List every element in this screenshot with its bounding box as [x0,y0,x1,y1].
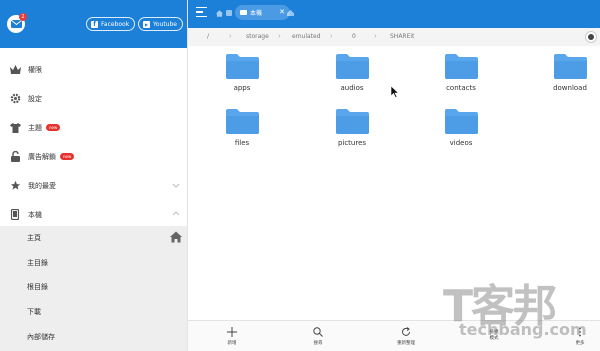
new-button[interactable]: 新增 [212,327,252,346]
sidebar-item-permissions[interactable]: 權限 [0,55,187,84]
folder-icon [335,54,369,79]
sidebar-item-label: 主題 [28,123,42,132]
sidebar-item-local[interactable]: 本機 [0,200,187,229]
folder-item[interactable]: contacts [431,53,491,92]
folder-name: videos [449,139,473,147]
tab-label: 本機 [250,10,263,17]
phone-icon [9,209,21,221]
chevron-down-icon[interactable] [172,181,180,189]
chevron-right-icon: › [278,32,281,40]
folder-icon [444,54,478,79]
folder-icon [553,54,587,79]
breadcrumb-item[interactable]: emulated [292,33,321,40]
folder-name: apps [233,84,251,92]
crown-icon [9,64,21,76]
folder-icon [225,54,259,79]
chevron-right-icon: › [330,32,333,40]
shirt-icon [9,122,21,134]
facebook-icon: f [91,20,98,28]
watermark-logo: T客邦 techbang.com [443,270,593,348]
search-icon [313,327,323,337]
sidebar-item-label: 設定 [28,94,42,103]
new-label: 新增 [227,341,237,346]
chevron-right-icon: › [374,32,377,40]
sidebar-item-ad-unlock[interactable]: 廣告解鎖 new [0,142,187,171]
sidebar-item-themes[interactable]: 主題 new [0,113,187,142]
sub-item-label: 主目錄 [27,258,48,267]
refresh-label: 重新整理 [397,341,415,346]
facebook-button[interactable]: f Facebook [86,17,136,31]
breadcrumb: / › storage › emulated › 0 › SHAREit [188,28,600,46]
mouse-cursor-icon [391,86,399,98]
sub-item-home[interactable]: 主頁 [0,226,187,251]
new-badge: new [46,124,61,131]
sidebar-item-label: 權限 [28,65,42,74]
refresh-icon [402,327,410,336]
chevron-up-icon[interactable] [172,210,180,218]
folder-item[interactable]: pictures [322,108,382,147]
local-submenu: 主頁 主目錄 根目錄 下載 內部儲存 [0,226,187,351]
new-badge: new [60,153,75,160]
storage-analyzer-icon[interactable] [585,31,597,43]
folder-tab-icon [240,10,247,15]
youtube-icon: ▶ [143,20,150,28]
search-button[interactable]: 搜尋 [298,327,338,346]
sub-item-label: 根目錄 [27,283,48,292]
breadcrumb-item[interactable]: SHAREit [390,33,414,40]
tab-overflow-icon[interactable] [287,9,294,16]
folder-name: contacts [446,84,476,92]
close-icon[interactable]: ✕ [279,8,285,16]
sub-item-label: 下載 [27,308,41,317]
folder-icon [444,109,478,134]
folder-item[interactable]: files [212,108,272,147]
folder-item[interactable]: audios [322,53,382,92]
top-bar: 本機 ✕ [188,0,600,28]
mail-badge: 2 [19,13,27,21]
folder-item[interactable]: download [540,53,600,92]
sub-item-internal-storage[interactable]: 內部儲存 [0,324,187,349]
sidebar-item-favorites[interactable]: 我的最愛 [0,171,187,200]
sidebar-header: 2 f Facebook ▶ Youtube [0,0,187,48]
lock-icon [9,151,21,163]
folder-item[interactable]: videos [431,108,491,147]
sidebar-item-label: 我的最愛 [28,181,56,190]
gear-icon [9,93,21,105]
refresh-button[interactable]: 重新整理 [386,327,426,346]
sub-item-root-dir[interactable]: 根目錄 [0,275,187,300]
breadcrumb-item[interactable]: / [207,33,209,40]
sub-item-main-dir[interactable]: 主目錄 [0,251,187,276]
star-icon [9,180,21,192]
chevron-right-icon: › [229,32,232,40]
plus-icon [227,327,237,337]
sidebar-menu: 權限 設定 主題 new 廣告解鎖 new 我的最愛 本機 [0,55,187,229]
youtube-button[interactable]: ▶ Youtube [138,17,183,31]
sidebar: 2 f Facebook ▶ Youtube 權限 設定 主題 new 廣告解鎖… [0,0,188,351]
menu-icon[interactable] [196,7,208,19]
tab-local[interactable]: 本機 ✕ [235,5,290,20]
sub-item-label: 內部儲存 [27,332,55,341]
sidebar-item-label: 本機 [28,210,42,219]
folder-name: download [553,84,587,92]
sidebar-item-label: 廣告解鎖 [28,152,56,161]
facebook-label: Facebook [101,20,130,28]
folder-icon [335,109,369,134]
home-icon[interactable] [170,231,182,243]
search-label: 搜尋 [313,341,323,346]
sidebar-item-settings[interactable]: 設定 [0,84,187,113]
breadcrumb-item[interactable]: storage [246,33,269,40]
folder-icon [225,109,259,134]
breadcrumb-item[interactable]: 0 [352,33,356,40]
watermark-url: techbang.com [459,320,587,339]
sub-item-download[interactable]: 下載 [0,300,187,325]
folder-name: files [234,139,250,147]
document-icon[interactable] [226,10,232,16]
home-tab-icon[interactable] [216,10,223,17]
folder-name: pictures [337,139,367,147]
youtube-label: Youtube [153,20,177,28]
folder-item[interactable]: apps [212,53,272,92]
sub-item-label: 主頁 [27,234,41,243]
folder-name: audios [340,84,364,92]
